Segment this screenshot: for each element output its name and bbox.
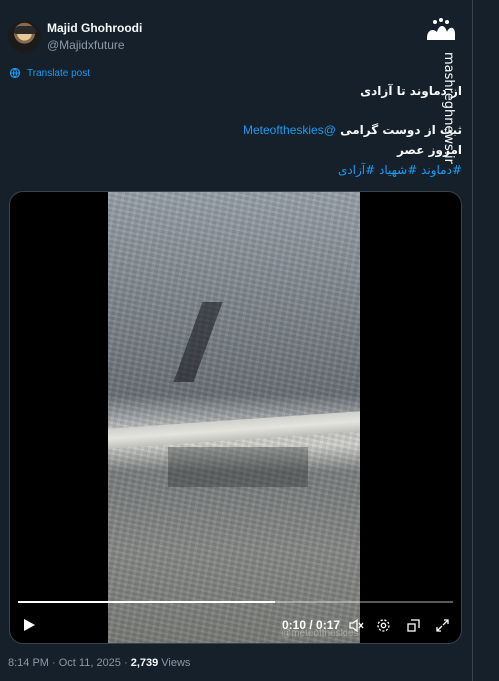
hashtags-link[interactable]: #دماوند #شهیاد #آزادی [42,161,462,179]
post-time[interactable]: 8:14 PM [8,657,49,669]
globe-icon [9,67,21,79]
tweet-line-title: از دماوند تا آزادی [360,84,462,98]
column-divider [472,0,473,681]
mention-link[interactable]: @Meteoftheskies [243,123,336,137]
tweet-page: Majid Ghohroodi @Majidxfuture Translate … [0,0,499,681]
avatar[interactable] [8,20,41,53]
post-date[interactable]: Oct 11, 2025 [59,657,121,669]
video-player[interactable]: @meteoftheskies 0:10 / 0:17 [9,191,462,644]
author-display-name[interactable]: Majid Ghohroodi [47,21,142,35]
views-count: 2,739 [130,657,159,669]
settings-icon[interactable] [376,618,391,633]
author-handle[interactable]: @Majidxfuture [47,38,125,52]
translate-label: Translate post [27,67,90,79]
terrain-patch [168,447,308,487]
play-icon[interactable] [22,618,36,632]
translate-post-link[interactable]: Translate post [9,67,90,79]
fullscreen-icon[interactable] [435,618,450,633]
runway [108,411,360,449]
meta-separator: · [120,657,131,669]
tweet-line-credit: ثبت از دوست گرامی @Meteoftheskies [42,121,462,139]
mute-icon[interactable] [349,618,364,633]
mashregh-logo [427,18,455,40]
views-label: Views [158,657,191,669]
tweet-line-time: امروز عصر [396,143,462,157]
pip-icon[interactable] [406,618,421,633]
tower-shadow [173,302,223,382]
site-watermark: mashreghnews.ir [441,52,456,164]
meta-separator: · [48,657,59,669]
progress-fill [18,601,275,603]
progress-bar[interactable] [18,601,453,603]
video-time: 0:10 / 0:17 [282,618,341,632]
tweet-meta: 8:14 PM · Oct 11, 2025 · 2,739 Views [8,657,190,669]
video-frame: @meteoftheskies [108,192,360,643]
